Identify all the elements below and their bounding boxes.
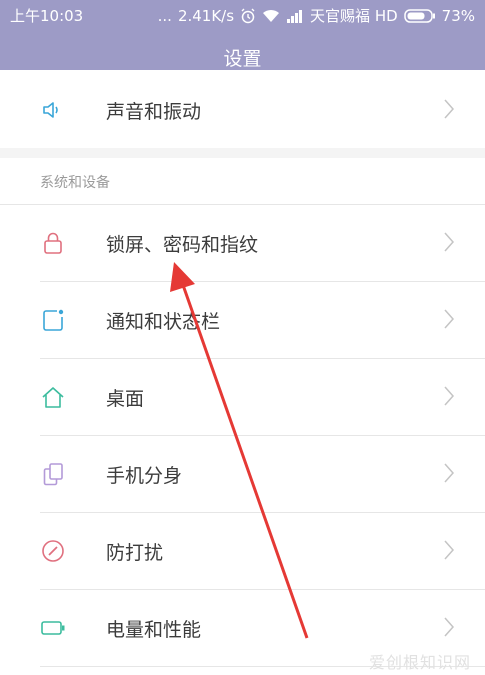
watermark: 爱创根知识网 [368,653,471,672]
annotation-arrow [170,262,309,639]
